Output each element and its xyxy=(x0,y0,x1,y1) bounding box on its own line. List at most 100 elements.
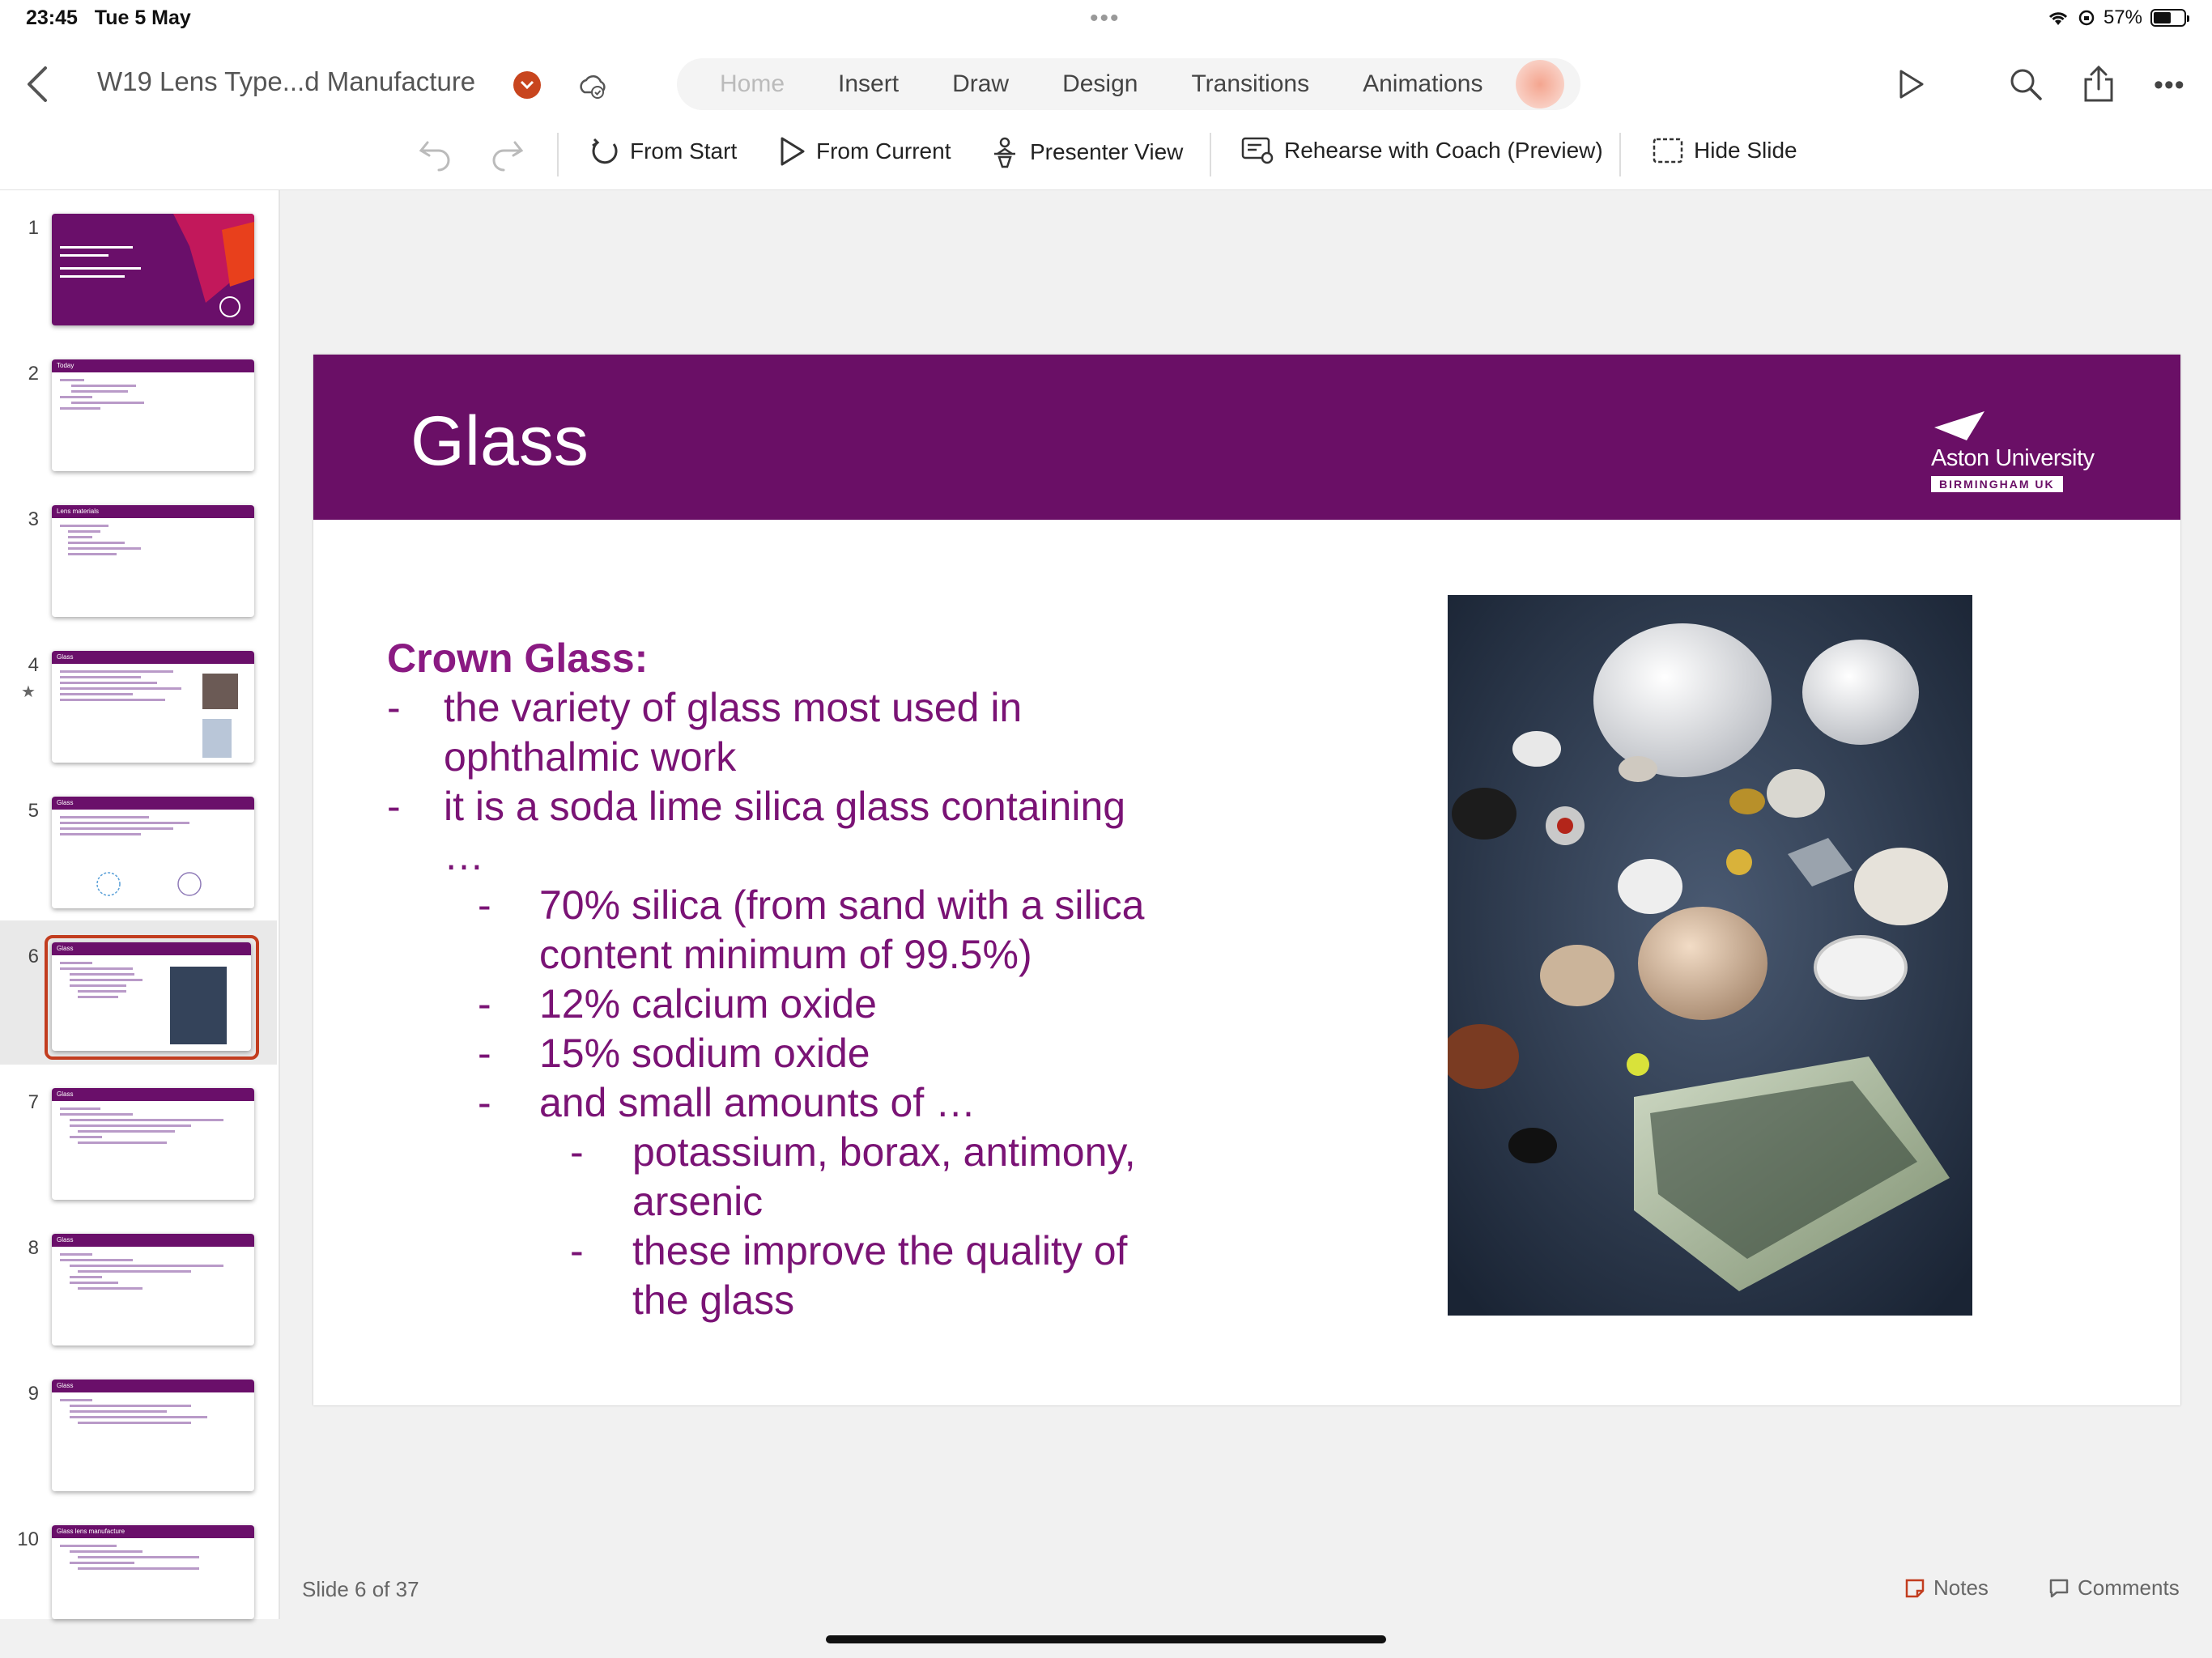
thumbnail-title: Lens materials xyxy=(52,505,254,518)
crown-glass-heading: Crown Glass: xyxy=(387,636,649,681)
bullet-2: - it is a soda lime silica glass containi… xyxy=(387,782,1197,881)
sub-bullet-3: - 15% sodium oxide xyxy=(387,1029,1197,1078)
status-right: 57% xyxy=(2047,6,2189,29)
thumbnail-number: 8 xyxy=(28,1237,39,1259)
from-start-button[interactable]: From Start xyxy=(589,136,737,167)
tab-transitions[interactable]: Transitions xyxy=(1164,70,1336,98)
more-options-icon[interactable]: ••• xyxy=(2154,70,2185,101)
slide-thumbnail-8[interactable]: Glass xyxy=(52,1234,254,1346)
thumbnail-lines xyxy=(52,810,254,842)
from-current-button[interactable]: From Current xyxy=(779,136,951,167)
bullet-dash: - xyxy=(478,1031,491,1076)
notes-label: Notes xyxy=(1933,1575,1989,1600)
thumbnail-lines xyxy=(52,518,254,562)
notes-button[interactable]: Notes xyxy=(1904,1575,1989,1601)
thumbnail-lines xyxy=(52,1538,254,1576)
slide-thumbnail-9[interactable]: Glass xyxy=(52,1380,254,1491)
slide-thumbnail-4[interactable]: Glass xyxy=(52,651,254,763)
thumbnail-number: 7 xyxy=(28,1091,39,1113)
thumbnail-number: 6 xyxy=(28,946,39,967)
thumbnail-number: 5 xyxy=(28,800,39,822)
share-icon[interactable] xyxy=(2081,65,2116,104)
slide-thumbnail-2[interactable]: Today xyxy=(52,359,254,471)
tab-design[interactable]: Design xyxy=(1036,70,1164,98)
hide-slide-icon xyxy=(1653,138,1683,164)
aston-university-logo: Aston University BIRMINGHAM UK xyxy=(1931,411,2109,492)
sub-bullet-1: - 70% silica (from sand with a silica cont… xyxy=(387,881,1197,980)
slide-thumbnail-7[interactable]: Glass xyxy=(52,1088,254,1200)
play-outline-icon xyxy=(781,137,805,166)
thumbnail-title: Glass xyxy=(52,1380,254,1392)
back-chevron-icon[interactable] xyxy=(21,62,53,107)
slide-body-text: Crown Glass: - the variety of glass most … xyxy=(387,634,1197,1325)
document-title[interactable]: W19 Lens Type...d Manufacture xyxy=(97,66,475,97)
thumbnail-lines xyxy=(52,1392,254,1431)
bullet-text: it is a soda lime silica glass containin… xyxy=(444,784,1126,829)
thumbnail-number: 3 xyxy=(28,508,39,530)
thumbnail-title: Today xyxy=(52,359,254,372)
bullet-text: potassium, borax, antimony, xyxy=(632,1129,1136,1175)
sub-sub-bullet-2: - these improve the quality of the glass xyxy=(387,1226,1197,1325)
redo-icon[interactable] xyxy=(489,138,526,172)
comment-icon xyxy=(2049,1579,2069,1597)
glass-raw-materials-photo xyxy=(1448,595,1972,1316)
tab-slideshow-fade[interactable] xyxy=(1516,60,1565,108)
sub-bullet-4: - and small amounts of … xyxy=(387,1078,1197,1128)
bullet-text: 12% calcium oxide xyxy=(539,981,877,1027)
slide-thumbnail-5[interactable]: Glass xyxy=(52,797,254,908)
thumbnail-number: 10 xyxy=(17,1528,39,1550)
comments-button[interactable]: Comments xyxy=(2048,1575,2180,1601)
tab-home[interactable]: Home xyxy=(693,70,811,98)
thumbnail-structure-diagram xyxy=(96,872,202,896)
slide-thumbnail-1[interactable] xyxy=(52,214,254,325)
sub-sub-bullet-1: - potassium, borax, antimony, arsenic xyxy=(387,1128,1197,1226)
bullet-text: and small amounts of … xyxy=(539,1080,976,1125)
bullet-dash: - xyxy=(570,1228,584,1273)
title-dropdown-chevron-icon[interactable] xyxy=(513,71,541,99)
play-icon[interactable] xyxy=(1895,68,1927,100)
bullet-dash: - xyxy=(387,784,401,829)
tab-animations[interactable]: Animations xyxy=(1336,70,1509,98)
presenter-view-button[interactable]: Presenter View xyxy=(989,136,1183,168)
comments-label: Comments xyxy=(2078,1575,2180,1600)
orientation-lock-icon xyxy=(2078,10,2095,26)
ribbon-divider xyxy=(1210,133,1211,176)
search-icon[interactable] xyxy=(2008,66,2044,102)
thumbnail-image xyxy=(202,674,238,709)
ribbon-divider xyxy=(1619,133,1621,176)
slide-thumbnail-3[interactable]: Lens materials xyxy=(52,505,254,617)
battery-percent: 57% xyxy=(2103,6,2142,28)
notes-icon xyxy=(1905,1579,1925,1597)
bullet-dash: - xyxy=(478,882,491,928)
home-indicator[interactable] xyxy=(826,1635,1386,1643)
slide-canvas[interactable]: Glass Aston University BIRMINGHAM UK Cro… xyxy=(313,355,2180,1405)
wifi-icon xyxy=(2048,12,2068,25)
thumbnail-number: 2 xyxy=(28,363,39,385)
bullet-text: arsenic xyxy=(632,1179,764,1224)
rehearse-with-coach-button[interactable]: Rehearse with Coach (Preview) xyxy=(1240,136,1603,165)
selected-thumbnail-frame xyxy=(45,935,259,1060)
restart-icon xyxy=(592,138,618,164)
thumbnail-number: 4 xyxy=(28,654,39,676)
bullet-text: the glass xyxy=(632,1278,795,1323)
rehearse-coach-icon xyxy=(1241,137,1274,164)
title-slide-graphic xyxy=(60,214,254,317)
bullet-text: … xyxy=(444,833,484,878)
tab-insert[interactable]: Insert xyxy=(811,70,925,98)
bullet-dash: - xyxy=(478,1080,491,1125)
multitasking-dots-icon[interactable]: ••• xyxy=(1090,5,1121,32)
thumbnail-title: Glass xyxy=(52,1234,254,1247)
thumbnail-title: Glass xyxy=(52,797,254,810)
slide-title-band xyxy=(313,355,2180,520)
hide-slide-button[interactable]: Hide Slide xyxy=(1652,136,1797,165)
logo-subtitle: BIRMINGHAM UK xyxy=(1931,476,2063,492)
cloud-saved-icon[interactable] xyxy=(576,70,609,102)
bullet-text: content minimum of 99.5%) xyxy=(539,932,1032,977)
star-icon: ★ xyxy=(21,683,36,701)
tab-draw[interactable]: Draw xyxy=(925,70,1036,98)
bullet-dash: - xyxy=(570,1129,584,1175)
undo-icon[interactable] xyxy=(416,138,453,172)
slide-thumbnail-10[interactable]: Glass lens manufacture xyxy=(52,1525,254,1619)
thumbnail-lines xyxy=(52,1247,254,1296)
raw-materials-illustration xyxy=(1448,595,1972,1316)
